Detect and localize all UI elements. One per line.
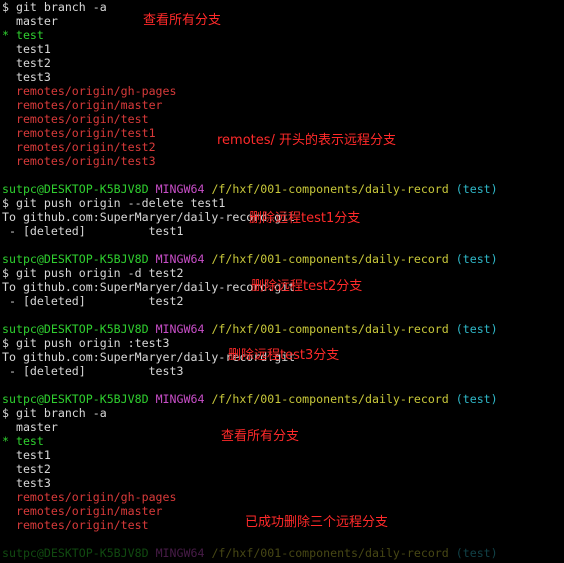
branch-local: test1	[2, 42, 51, 56]
command-line: $ git branch -a	[2, 0, 564, 14]
annotation-delete-test2: 删除远程test2分支	[251, 279, 363, 294]
branch-remote: remotes/origin/master	[2, 98, 163, 112]
prompt-path: /f/hxf/001-components/daily-record	[211, 546, 449, 560]
branch-local: test2	[2, 462, 51, 476]
annotation-view-all-2: 查看所有分支	[221, 429, 300, 444]
branch-local: test3	[2, 476, 51, 490]
prompt-line: sutpc@DESKTOP-K5BJV8D MINGW64 /f/hxf/001…	[2, 322, 564, 336]
prompt-shell: MINGW64	[155, 252, 205, 266]
prompt-shell: MINGW64	[155, 182, 205, 196]
annotation-delete-test1: 删除远程test1分支	[249, 211, 361, 226]
branch-current: * test	[2, 28, 44, 42]
prompt-user: sutpc@DESKTOP-K5BJV8D	[2, 182, 149, 196]
prompt-path: /f/hxf/001-components/daily-record	[211, 252, 449, 266]
prompt-shell: MINGW64	[155, 546, 205, 560]
branch-local: test3	[2, 70, 51, 84]
prompt-user: sutpc@DESKTOP-K5BJV8D	[2, 392, 149, 406]
branch-local: test2	[2, 56, 51, 70]
annotation-remotes-note: remotes/ 开头的表示远程分支	[217, 133, 397, 148]
branch-remote: remotes/origin/gh-pages	[2, 84, 177, 98]
prompt-branch: (test)	[455, 322, 498, 336]
output-deleted: - [deleted] test1	[2, 224, 184, 238]
branch-remote: remotes/origin/test3	[2, 154, 156, 168]
annotation-delete-test3: 删除远程test3分支	[228, 348, 340, 363]
command-text: $ git push origin --delete test1	[2, 196, 226, 210]
prompt-branch: (test)	[455, 392, 498, 406]
command-text: $ git push origin -d test2	[2, 266, 184, 280]
output-deleted: - [deleted] test2	[2, 294, 184, 308]
prompt-branch: (test)	[455, 182, 498, 196]
prompt-line-partial: sutpc@DESKTOP-K5BJV8D MINGW64 /f/hxf/001…	[2, 546, 564, 560]
branch-local: master	[2, 14, 58, 28]
prompt-path: /f/hxf/001-components/daily-record	[211, 392, 449, 406]
annotation-success-note: 已成功删除三个远程分支	[245, 515, 389, 530]
branch-local: test1	[2, 448, 51, 462]
output-deleted: - [deleted] test3	[2, 364, 184, 378]
command-text: $ git branch -a	[2, 406, 107, 420]
prompt-path: /f/hxf/001-components/daily-record	[211, 182, 449, 196]
branch-remote: remotes/origin/test	[2, 112, 149, 126]
prompt-branch: (test)	[455, 252, 498, 266]
prompt-shell: MINGW64	[155, 322, 205, 336]
prompt-path: /f/hxf/001-components/daily-record	[211, 322, 449, 336]
command-text: $ git branch -a	[2, 0, 107, 14]
prompt-shell: MINGW64	[155, 392, 205, 406]
prompt-user: sutpc@DESKTOP-K5BJV8D	[2, 546, 149, 560]
prompt-user: sutpc@DESKTOP-K5BJV8D	[2, 252, 149, 266]
prompt-line: sutpc@DESKTOP-K5BJV8D MINGW64 /f/hxf/001…	[2, 392, 564, 406]
terminal-window[interactable]: $ git branch -a master * test test1 test…	[0, 0, 564, 563]
branch-remote: remotes/origin/gh-pages	[2, 490, 177, 504]
prompt-branch: (test)	[455, 546, 498, 560]
prompt-line: sutpc@DESKTOP-K5BJV8D MINGW64 /f/hxf/001…	[2, 182, 564, 196]
annotation-view-all-1: 查看所有分支	[143, 13, 222, 28]
prompt-user: sutpc@DESKTOP-K5BJV8D	[2, 322, 149, 336]
prompt-line: sutpc@DESKTOP-K5BJV8D MINGW64 /f/hxf/001…	[2, 252, 564, 266]
